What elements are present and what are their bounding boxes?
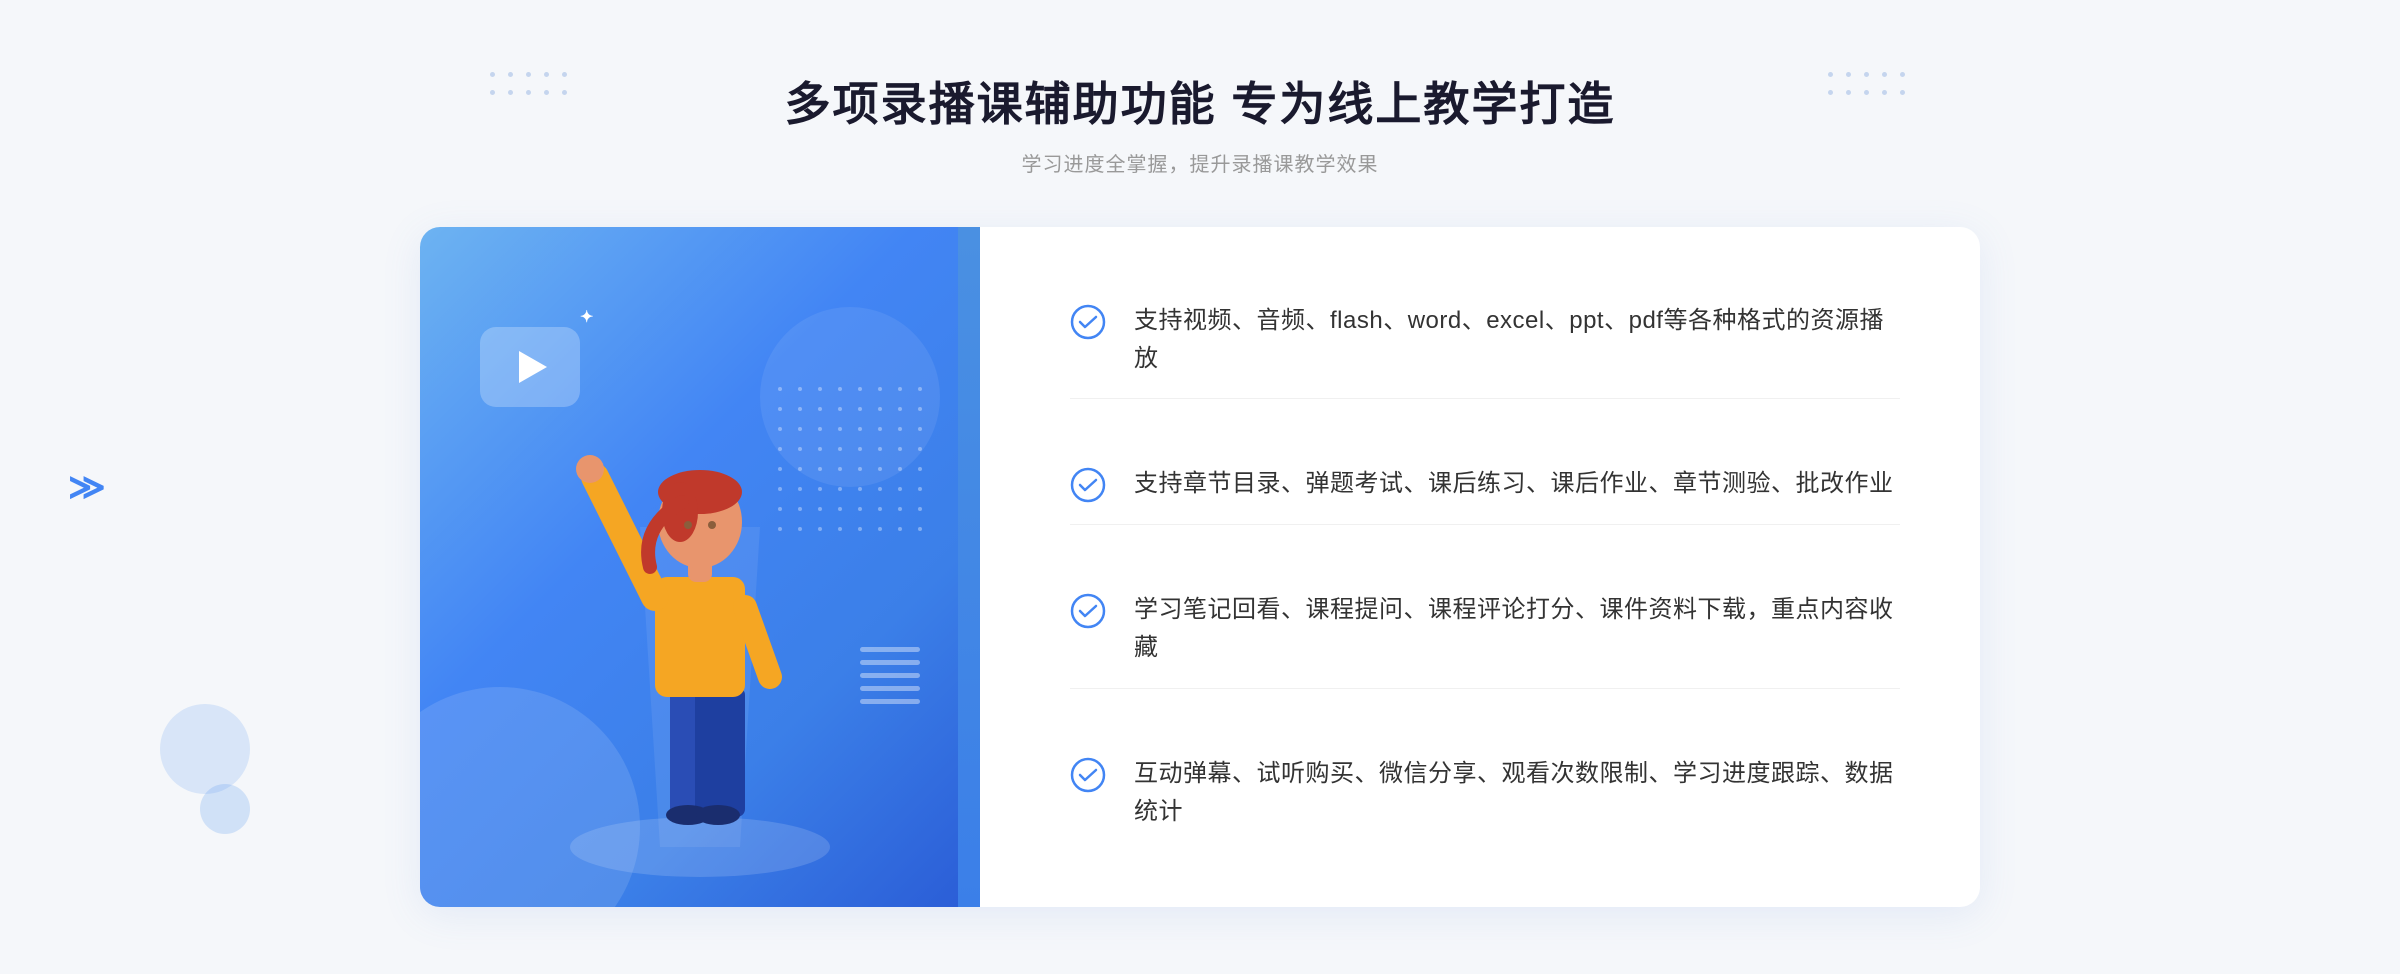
blue-accent-bar bbox=[958, 227, 980, 907]
feature-item-1: 支持视频、音频、flash、word、excel、ppt、pdf等各种格式的资源… bbox=[1070, 282, 1900, 400]
feature-text-3: 学习笔记回看、课程提问、课程评论打分、课件资料下载，重点内容收藏 bbox=[1134, 591, 1900, 668]
illustration-area: ✦ bbox=[420, 227, 980, 907]
stripes-decoration bbox=[860, 647, 920, 727]
sparkle-icon: ✦ bbox=[580, 307, 596, 323]
figure-illustration bbox=[540, 327, 860, 907]
left-chevron-icon: ≫ bbox=[68, 466, 98, 508]
check-icon-4 bbox=[1070, 757, 1106, 793]
feature-text-2: 支持章节目录、弹题考试、课后练习、课后作业、章节测验、批改作业 bbox=[1134, 465, 1894, 503]
check-icon-3 bbox=[1070, 593, 1106, 629]
check-icon-2 bbox=[1070, 467, 1106, 503]
check-icon-1 bbox=[1070, 304, 1106, 340]
top-dots-right bbox=[1828, 72, 1910, 100]
top-dots-left bbox=[490, 72, 572, 100]
left-circle-decoration-2 bbox=[200, 784, 250, 834]
feature-text-4: 互动弹幕、试听购买、微信分享、观看次数限制、学习进度跟踪、数据统计 bbox=[1134, 755, 1900, 832]
feature-item-3: 学习笔记回看、课程提问、课程评论打分、课件资料下载，重点内容收藏 bbox=[1070, 571, 1900, 689]
features-area: 支持视频、音频、flash、word、excel、ppt、pdf等各种格式的资源… bbox=[980, 227, 1980, 907]
feature-item-4: 互动弹幕、试听购买、微信分享、观看次数限制、学习进度跟踪、数据统计 bbox=[1070, 735, 1900, 852]
feature-item-2: 支持章节目录、弹题考试、课后练习、课后作业、章节测验、批改作业 bbox=[1070, 445, 1900, 524]
page-subtitle: 学习进度全掌握，提升录播课教学效果 bbox=[785, 148, 1616, 177]
page-title: 多项录播课辅助功能 专为线上教学打造 bbox=[785, 68, 1616, 134]
main-card: ✦ bbox=[420, 227, 1980, 907]
left-circle-decoration bbox=[160, 704, 250, 794]
page-wrapper: ≫ 多项录播课辅助功能 专为线上教学打造 学习进度全掌握，提升录播课教学效果 bbox=[0, 0, 2400, 974]
header-section: 多项录播课辅助功能 专为线上教学打造 学习进度全掌握，提升录播课教学效果 bbox=[785, 68, 1616, 177]
feature-text-1: 支持视频、音频、flash、word、excel、ppt、pdf等各种格式的资源… bbox=[1134, 302, 1900, 379]
